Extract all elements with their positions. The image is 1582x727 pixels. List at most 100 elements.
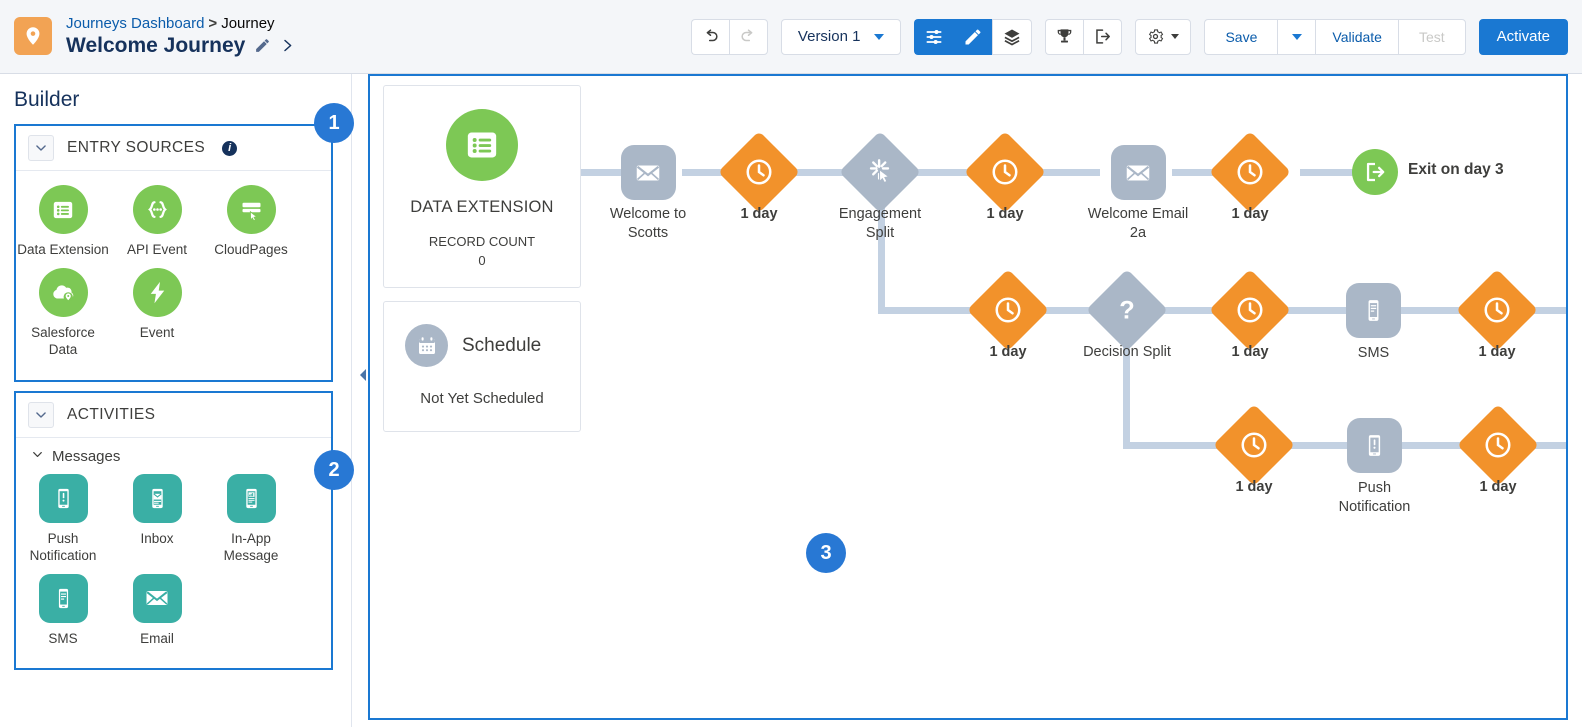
node-wait-r1-3[interactable]: 1 day [1208, 130, 1292, 222]
clock-icon [1235, 157, 1265, 187]
sms-icon [1346, 283, 1401, 338]
sidebar-title: Builder [14, 88, 80, 111]
tile-art [204, 185, 298, 234]
entry-source-data-extension[interactable]: Data Extension [16, 185, 110, 259]
journey-canvas[interactable]: DATA EXTENSION RECORD COUNT 0 Schedule N… [368, 74, 1568, 720]
test-button[interactable]: Test [1397, 18, 1466, 55]
wait-node [717, 130, 801, 214]
trophy-icon[interactable] [1045, 18, 1084, 55]
activities-header: ACTIVITIES [16, 393, 331, 438]
clock-icon [1239, 430, 1269, 460]
email-icon [620, 145, 676, 200]
braces-icon [132, 185, 182, 234]
node-decision-split[interactable]: ? Decision Split [1083, 268, 1171, 360]
node-welcome-email-2a[interactable]: Welcome Email 2a [1088, 145, 1188, 241]
breadcrumb: Journeys Dashboard > Journey [66, 15, 295, 32]
wait-node [1455, 268, 1539, 352]
entry-source-salesforce-data[interactable]: Salesforce Data [16, 267, 110, 359]
list-icon [38, 185, 88, 234]
activity-inbox[interactable]: Inbox [110, 473, 204, 565]
node-label: 1 day [740, 206, 778, 222]
node-sms[interactable]: SMS [1346, 283, 1401, 361]
node-label: 1 day [1235, 479, 1273, 495]
cloud-pin-icon [38, 267, 88, 317]
tile-art [16, 185, 110, 234]
node-exit[interactable]: Exit on day 3 [1352, 149, 1504, 195]
activity-push-notification[interactable]: Push Notification [16, 473, 110, 565]
callout-badge-2: 2 [314, 450, 354, 490]
redo-button[interactable] [728, 18, 768, 55]
breadcrumb-current: Journey [221, 15, 275, 33]
activities-subgroup-messages[interactable]: Messages [16, 438, 331, 465]
schedule-title: Schedule [462, 334, 542, 356]
info-icon[interactable]: i [222, 140, 238, 156]
exit-criteria-icon[interactable] [1083, 18, 1123, 55]
node-push-notification[interactable]: Push Notification [1339, 418, 1410, 515]
tile-art [110, 573, 204, 623]
wait-node [1208, 268, 1292, 352]
layers-button[interactable] [992, 18, 1033, 55]
node-wait-r3-2[interactable]: 1 day [1456, 403, 1540, 495]
node-label: 1 day [1479, 479, 1517, 495]
entry-source-cloudpages[interactable]: CloudPages [204, 185, 298, 259]
breadcrumb-separator: > [208, 15, 218, 33]
node-label: 1 day [1478, 344, 1516, 360]
entry-source-card[interactable]: DATA EXTENSION RECORD COUNT 0 [383, 85, 581, 288]
activity-in-app-message[interactable]: In-App Message [204, 473, 298, 565]
tile-art [110, 473, 204, 523]
pencil-icon[interactable] [254, 37, 271, 54]
chevron-right-icon[interactable] [280, 37, 295, 54]
chevron-down-icon [31, 448, 44, 465]
node-wait-r3-1[interactable]: 1 day [1212, 403, 1296, 495]
version-selector[interactable]: Version 1 [780, 18, 902, 55]
collapse-left-icon[interactable] [357, 364, 368, 386]
schedule-card[interactable]: Schedule Not Yet Scheduled [383, 301, 581, 432]
node-welcome-to-scotts[interactable]: Welcome to Scotts [610, 145, 686, 241]
view-settings-button[interactable] [914, 18, 954, 55]
node-label: Engagement Split [838, 206, 922, 241]
save-options-button[interactable] [1277, 18, 1316, 55]
tile-art [16, 573, 110, 623]
entry-source-label: Data Extension [17, 242, 109, 257]
node-wait-r1-2[interactable]: 1 day [963, 130, 1047, 222]
edit-mode-button[interactable] [953, 18, 993, 55]
clock-icon [990, 157, 1020, 187]
tile-art [16, 473, 110, 523]
title-block: Journeys Dashboard > Journey Welcome Journ… [66, 15, 295, 57]
node-wait-r2-1[interactable]: 1 day [966, 268, 1050, 360]
journey-builder-app: Journeys Dashboard > Journey Welcome Journ… [0, 0, 1582, 727]
node-wait-r1-1[interactable]: 1 day [717, 130, 801, 222]
node-engagement-split[interactable]: Engagement Split [839, 130, 921, 241]
entry-sources-panel: ENTRY SOURCES i Data Extension API Event [14, 124, 333, 382]
view-mode-group [914, 18, 1033, 55]
gear-button[interactable] [1135, 18, 1192, 55]
journey-name-row: Welcome Journey [66, 34, 295, 58]
breadcrumb-dashboard-link[interactable]: Journeys Dashboard [66, 15, 204, 32]
sms-icon [38, 573, 88, 623]
activate-button[interactable]: Activate [1478, 18, 1568, 55]
entry-source-label: Event [139, 324, 175, 340]
activity-sms[interactable]: SMS [16, 573, 110, 648]
tile-art [16, 267, 110, 317]
entry-source-event[interactable]: Event [110, 267, 204, 359]
node-label: Welcome Email 2a [1087, 206, 1189, 241]
chevron-down-icon [874, 33, 885, 40]
entry-source-api-event[interactable]: API Event [110, 185, 204, 259]
activities-tiles: Push Notification Inbox In-App Message S… [16, 465, 331, 669]
entry-source-label: API Event [126, 242, 188, 257]
validate-button[interactable]: Validate [1315, 18, 1398, 55]
chevron-down-icon[interactable] [28, 135, 54, 161]
node-label: 1 day [989, 344, 1027, 360]
chevron-down-icon[interactable] [28, 401, 54, 428]
save-button[interactable]: Save [1204, 18, 1278, 55]
app-header: Journeys Dashboard > Journey Welcome Journ… [0, 0, 1582, 74]
activity-email[interactable]: Email [110, 573, 204, 648]
undo-redo-group [690, 18, 768, 55]
clock-icon [1483, 430, 1513, 460]
node-wait-r2-3[interactable]: 1 day [1455, 268, 1539, 360]
entry-sources-label: ENTRY SOURCES [67, 139, 206, 156]
node-wait-r2-2[interactable]: 1 day [1208, 268, 1292, 360]
undo-button[interactable] [690, 18, 729, 55]
cloudpage-icon [226, 185, 276, 234]
inbox-icon [132, 473, 182, 523]
